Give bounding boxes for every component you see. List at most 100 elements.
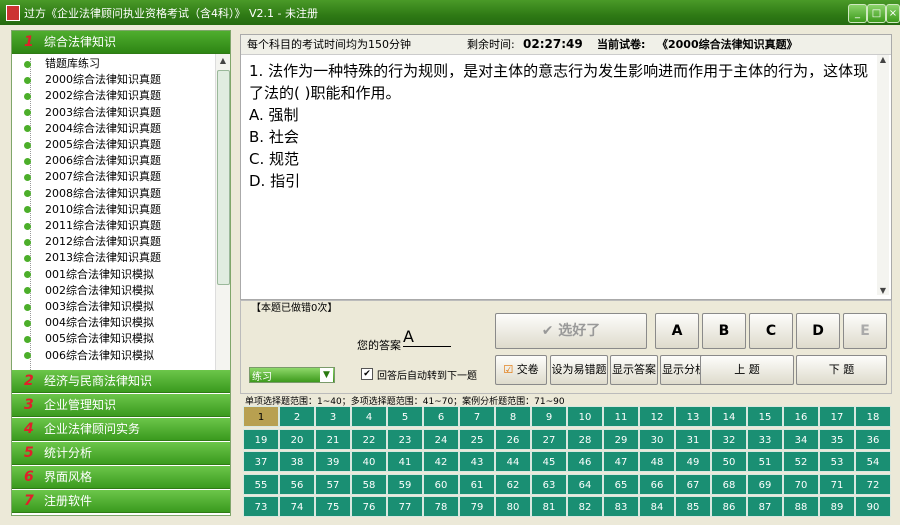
- question-number-button[interactable]: 11: [603, 406, 639, 427]
- question-number-button[interactable]: 80: [495, 496, 531, 517]
- maximize-button[interactable]: □: [867, 4, 886, 23]
- question-number-button[interactable]: 44: [495, 451, 531, 472]
- question-number-button[interactable]: 10: [567, 406, 603, 427]
- question-number-button[interactable]: 14: [711, 406, 747, 427]
- show-answer-button[interactable]: 显示答案: [610, 355, 658, 385]
- question-number-button[interactable]: 28: [567, 428, 603, 450]
- choice-b-button[interactable]: B: [702, 313, 746, 349]
- tree-item[interactable]: 2007综合法律知识真题: [24, 169, 161, 185]
- question-number-button[interactable]: 20: [279, 428, 315, 450]
- question-number-button[interactable]: 73: [243, 496, 279, 517]
- minimize-button[interactable]: _: [848, 4, 867, 23]
- choice-a-button[interactable]: A: [655, 313, 699, 349]
- question-number-button[interactable]: 64: [567, 473, 603, 495]
- question-number-button[interactable]: 66: [639, 473, 675, 495]
- question-number-button[interactable]: 38: [279, 451, 315, 472]
- question-number-button[interactable]: 4: [351, 406, 387, 427]
- question-number-button[interactable]: 33: [747, 428, 783, 450]
- tree-item[interactable]: 2002综合法律知识真题: [24, 88, 161, 104]
- tree-item[interactable]: 2011综合法律知识真题: [24, 218, 161, 234]
- question-number-button[interactable]: 71: [819, 473, 855, 495]
- question-number-button[interactable]: 87: [747, 496, 783, 517]
- question-number-button[interactable]: 3: [315, 406, 351, 427]
- question-number-button[interactable]: 19: [243, 428, 279, 450]
- question-number-button[interactable]: 18: [855, 406, 891, 427]
- question-number-button[interactable]: 78: [423, 496, 459, 517]
- tree-item[interactable]: 2006综合法律知识真题: [24, 153, 161, 169]
- tree-item[interactable]: 002综合法律知识模拟: [24, 283, 154, 299]
- question-number-button[interactable]: 15: [747, 406, 783, 427]
- question-number-button[interactable]: 83: [603, 496, 639, 517]
- question-number-button[interactable]: 45: [531, 451, 567, 472]
- tree-item[interactable]: 2010综合法律知识真题: [24, 202, 161, 218]
- question-number-button[interactable]: 7: [459, 406, 495, 427]
- question-number-button[interactable]: 32: [711, 428, 747, 450]
- mode-select[interactable]: 练习 ▼: [249, 367, 335, 383]
- question-number-button[interactable]: 40: [351, 451, 387, 472]
- sidebar-section-7[interactable]: 7 注册软件: [12, 490, 230, 513]
- question-number-button[interactable]: 90: [855, 496, 891, 517]
- scroll-thumb[interactable]: [217, 70, 230, 285]
- question-number-button[interactable]: 1: [243, 406, 279, 427]
- sidebar-section-4[interactable]: 4 企业法律顾问实务: [12, 418, 230, 441]
- question-number-button[interactable]: 85: [675, 496, 711, 517]
- question-number-button[interactable]: 77: [387, 496, 423, 517]
- question-number-button[interactable]: 70: [783, 473, 819, 495]
- question-number-button[interactable]: 79: [459, 496, 495, 517]
- scroll-up-icon[interactable]: ▲: [877, 55, 889, 64]
- scroll-down-icon[interactable]: ▼: [877, 286, 889, 295]
- question-number-button[interactable]: 62: [495, 473, 531, 495]
- submit-button[interactable]: ☑ 交卷: [495, 355, 547, 385]
- choice-e-button[interactable]: E: [843, 313, 887, 349]
- question-number-button[interactable]: 13: [675, 406, 711, 427]
- question-number-button[interactable]: 6: [423, 406, 459, 427]
- question-number-button[interactable]: 81: [531, 496, 567, 517]
- question-number-button[interactable]: 72: [855, 473, 891, 495]
- close-button[interactable]: ×: [886, 4, 900, 23]
- question-number-button[interactable]: 58: [351, 473, 387, 495]
- question-number-button[interactable]: 57: [315, 473, 351, 495]
- question-number-button[interactable]: 46: [567, 451, 603, 472]
- question-number-button[interactable]: 25: [459, 428, 495, 450]
- question-number-button[interactable]: 36: [855, 428, 891, 450]
- question-number-button[interactable]: 39: [315, 451, 351, 472]
- question-number-button[interactable]: 75: [315, 496, 351, 517]
- question-number-button[interactable]: 74: [279, 496, 315, 517]
- sidebar-section-3[interactable]: 3 企业管理知识: [12, 394, 230, 417]
- question-number-button[interactable]: 63: [531, 473, 567, 495]
- sidebar-section-2[interactable]: 2 经济与民商法律知识: [12, 370, 230, 393]
- question-number-button[interactable]: 55: [243, 473, 279, 495]
- question-number-button[interactable]: 30: [639, 428, 675, 450]
- question-number-button[interactable]: 23: [387, 428, 423, 450]
- auto-next-checkbox[interactable]: ✔: [361, 368, 373, 380]
- question-number-button[interactable]: 53: [819, 451, 855, 472]
- question-number-button[interactable]: 69: [747, 473, 783, 495]
- question-number-button[interactable]: 16: [783, 406, 819, 427]
- question-number-button[interactable]: 60: [423, 473, 459, 495]
- question-number-button[interactable]: 2: [279, 406, 315, 427]
- tree-item[interactable]: 006综合法律知识模拟: [24, 348, 154, 364]
- question-number-button[interactable]: 43: [459, 451, 495, 472]
- question-number-button[interactable]: 59: [387, 473, 423, 495]
- question-number-button[interactable]: 68: [711, 473, 747, 495]
- next-question-button[interactable]: 下 题: [796, 355, 887, 385]
- question-number-button[interactable]: 9: [531, 406, 567, 427]
- prev-question-button[interactable]: 上 题: [700, 355, 794, 385]
- tree-item[interactable]: 001综合法律知识模拟: [24, 267, 154, 283]
- question-number-button[interactable]: 50: [711, 451, 747, 472]
- question-number-button[interactable]: 35: [819, 428, 855, 450]
- sidebar-section-5[interactable]: 5 统计分析: [12, 442, 230, 465]
- question-number-button[interactable]: 29: [603, 428, 639, 450]
- question-number-button[interactable]: 54: [855, 451, 891, 472]
- sidebar-section-6[interactable]: 6 界面风格: [12, 466, 230, 489]
- question-number-button[interactable]: 5: [387, 406, 423, 427]
- choice-c-button[interactable]: C: [749, 313, 793, 349]
- tree-item[interactable]: 2012综合法律知识真题: [24, 234, 161, 250]
- question-number-button[interactable]: 34: [783, 428, 819, 450]
- question-number-button[interactable]: 12: [639, 406, 675, 427]
- confirm-button[interactable]: ✔ 选好了: [495, 313, 647, 349]
- sidebar-section-1[interactable]: 1 综合法律知识: [12, 31, 230, 54]
- tree-item[interactable]: 2008综合法律知识真题: [24, 186, 161, 202]
- tree-item[interactable]: 2004综合法律知识真题: [24, 121, 161, 137]
- tree-item[interactable]: 004综合法律知识模拟: [24, 315, 154, 331]
